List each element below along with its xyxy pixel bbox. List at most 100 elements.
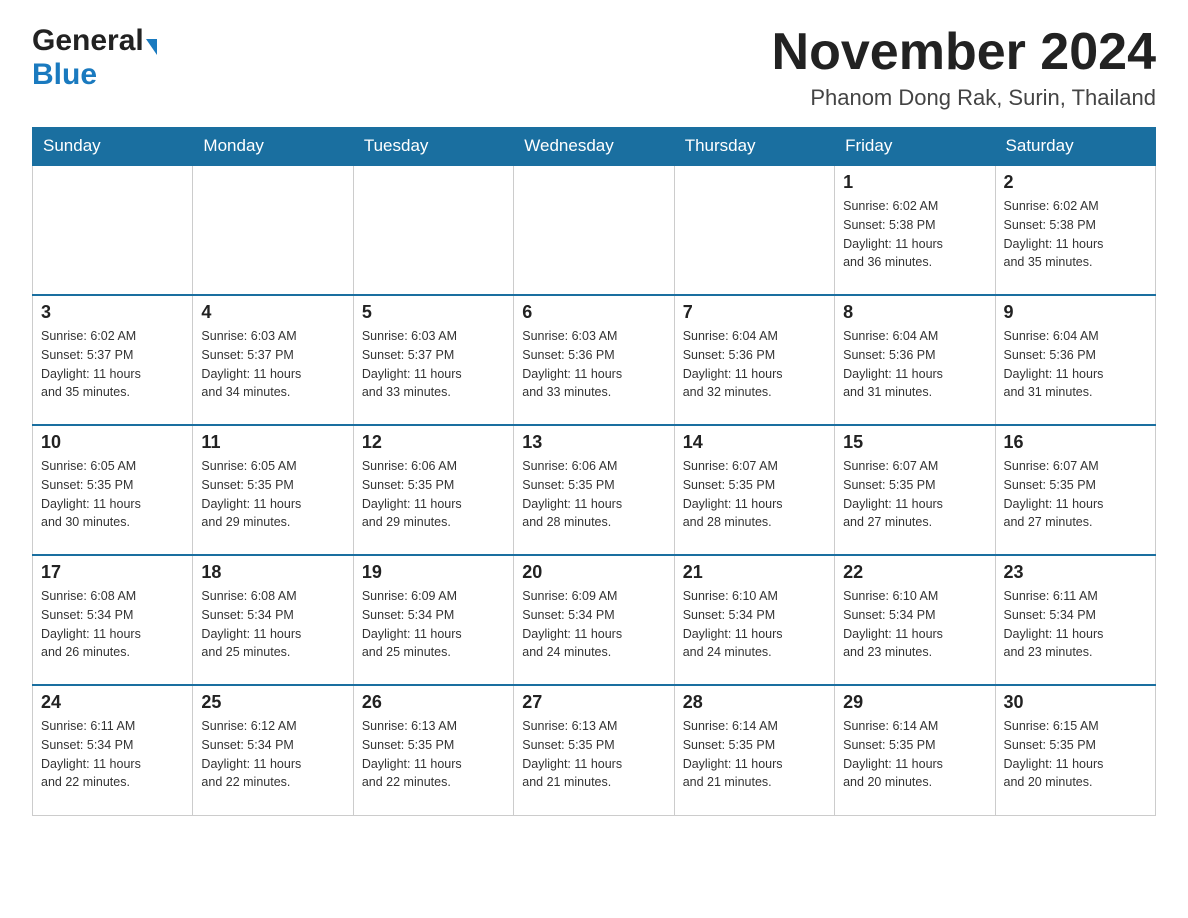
calendar-cell: 1 Sunrise: 6:02 AM Sunset: 5:38 PM Daylig… (835, 165, 995, 295)
day-info: Sunrise: 6:11 AM Sunset: 5:34 PM Dayligh… (1004, 587, 1147, 662)
day-info: Sunrise: 6:03 AM Sunset: 5:36 PM Dayligh… (522, 327, 665, 402)
day-number: 19 (362, 562, 505, 583)
day-info: Sunrise: 6:15 AM Sunset: 5:35 PM Dayligh… (1004, 717, 1147, 792)
day-info: Sunrise: 6:10 AM Sunset: 5:34 PM Dayligh… (843, 587, 986, 662)
day-info: Sunrise: 6:14 AM Sunset: 5:35 PM Dayligh… (843, 717, 986, 792)
day-info: Sunrise: 6:03 AM Sunset: 5:37 PM Dayligh… (201, 327, 344, 402)
week-row-3: 10 Sunrise: 6:05 AM Sunset: 5:35 PM Dayli… (33, 425, 1156, 555)
day-number: 17 (41, 562, 184, 583)
location-subtitle: Phanom Dong Rak, Surin, Thailand (772, 85, 1156, 111)
calendar-cell (33, 165, 193, 295)
logo-triangle-icon (146, 39, 157, 55)
calendar-cell: 4 Sunrise: 6:03 AM Sunset: 5:37 PM Daylig… (193, 295, 353, 425)
week-row-2: 3Sunrise: 6:02 AM Sunset: 5:37 PM Daylig… (33, 295, 1156, 425)
calendar-cell: 3Sunrise: 6:02 AM Sunset: 5:37 PM Daylig… (33, 295, 193, 425)
day-number: 27 (522, 692, 665, 713)
calendar-header-tuesday: Tuesday (353, 128, 513, 166)
calendar-header-saturday: Saturday (995, 128, 1155, 166)
day-number: 28 (683, 692, 826, 713)
day-info: Sunrise: 6:04 AM Sunset: 5:36 PM Dayligh… (843, 327, 986, 402)
calendar-cell: 24Sunrise: 6:11 AM Sunset: 5:34 PM Dayli… (33, 685, 193, 815)
calendar-header-friday: Friday (835, 128, 995, 166)
calendar-cell: 16Sunrise: 6:07 AM Sunset: 5:35 PM Dayli… (995, 425, 1155, 555)
day-number: 7 (683, 302, 826, 323)
calendar-cell: 2Sunrise: 6:02 AM Sunset: 5:38 PM Daylig… (995, 165, 1155, 295)
calendar-cell: 11 Sunrise: 6:05 AM Sunset: 5:35 PM Dayli… (193, 425, 353, 555)
week-row-1: 1 Sunrise: 6:02 AM Sunset: 5:38 PM Daylig… (33, 165, 1156, 295)
calendar-cell: 14 Sunrise: 6:07 AM Sunset: 5:35 PM Dayli… (674, 425, 834, 555)
calendar-cell: 23 Sunrise: 6:11 AM Sunset: 5:34 PM Dayli… (995, 555, 1155, 685)
day-info: Sunrise: 6:08 AM Sunset: 5:34 PM Dayligh… (41, 587, 184, 662)
day-number: 14 (683, 432, 826, 453)
day-number: 21 (683, 562, 826, 583)
calendar-cell: 28Sunrise: 6:14 AM Sunset: 5:35 PM Dayli… (674, 685, 834, 815)
day-number: 23 (1004, 562, 1147, 583)
calendar-cell: 26 Sunrise: 6:13 AM Sunset: 5:35 PM Dayli… (353, 685, 513, 815)
day-number: 30 (1004, 692, 1147, 713)
day-info: Sunrise: 6:02 AM Sunset: 5:38 PM Dayligh… (843, 197, 986, 272)
day-number: 4 (201, 302, 344, 323)
calendar-cell: 12 Sunrise: 6:06 AM Sunset: 5:35 PM Dayli… (353, 425, 513, 555)
calendar-cell: 9 Sunrise: 6:04 AM Sunset: 5:36 PM Daylig… (995, 295, 1155, 425)
day-info: Sunrise: 6:07 AM Sunset: 5:35 PM Dayligh… (683, 457, 826, 532)
day-number: 12 (362, 432, 505, 453)
calendar-cell: 15 Sunrise: 6:07 AM Sunset: 5:35 PM Dayli… (835, 425, 995, 555)
calendar-cell: 22 Sunrise: 6:10 AM Sunset: 5:34 PM Dayli… (835, 555, 995, 685)
day-number: 24 (41, 692, 184, 713)
week-row-5: 24Sunrise: 6:11 AM Sunset: 5:34 PM Dayli… (33, 685, 1156, 815)
day-info: Sunrise: 6:02 AM Sunset: 5:38 PM Dayligh… (1004, 197, 1147, 272)
calendar-cell: 8 Sunrise: 6:04 AM Sunset: 5:36 PM Daylig… (835, 295, 995, 425)
day-number: 15 (843, 432, 986, 453)
calendar-cell (353, 165, 513, 295)
calendar-header-wednesday: Wednesday (514, 128, 674, 166)
month-title: November 2024 (772, 24, 1156, 81)
day-number: 11 (201, 432, 344, 453)
day-number: 1 (843, 172, 986, 193)
day-number: 20 (522, 562, 665, 583)
day-number: 9 (1004, 302, 1147, 323)
day-info: Sunrise: 6:09 AM Sunset: 5:34 PM Dayligh… (522, 587, 665, 662)
day-info: Sunrise: 6:04 AM Sunset: 5:36 PM Dayligh… (1004, 327, 1147, 402)
day-number: 13 (522, 432, 665, 453)
day-info: Sunrise: 6:07 AM Sunset: 5:35 PM Dayligh… (843, 457, 986, 532)
day-info: Sunrise: 6:06 AM Sunset: 5:35 PM Dayligh… (522, 457, 665, 532)
day-info: Sunrise: 6:09 AM Sunset: 5:34 PM Dayligh… (362, 587, 505, 662)
day-number: 26 (362, 692, 505, 713)
calendar-cell: 18 Sunrise: 6:08 AM Sunset: 5:34 PM Dayli… (193, 555, 353, 685)
calendar-cell: 13 Sunrise: 6:06 AM Sunset: 5:35 PM Dayli… (514, 425, 674, 555)
calendar-cell: 19 Sunrise: 6:09 AM Sunset: 5:34 PM Dayli… (353, 555, 513, 685)
day-number: 18 (201, 562, 344, 583)
calendar-cell: 27 Sunrise: 6:13 AM Sunset: 5:35 PM Dayli… (514, 685, 674, 815)
calendar-header-thursday: Thursday (674, 128, 834, 166)
calendar-cell: 10Sunrise: 6:05 AM Sunset: 5:35 PM Dayli… (33, 425, 193, 555)
day-info: Sunrise: 6:08 AM Sunset: 5:34 PM Dayligh… (201, 587, 344, 662)
calendar-cell: 21Sunrise: 6:10 AM Sunset: 5:34 PM Dayli… (674, 555, 834, 685)
calendar-cell: 5 Sunrise: 6:03 AM Sunset: 5:37 PM Daylig… (353, 295, 513, 425)
day-info: Sunrise: 6:06 AM Sunset: 5:35 PM Dayligh… (362, 457, 505, 532)
calendar-header-sunday: Sunday (33, 128, 193, 166)
day-info: Sunrise: 6:13 AM Sunset: 5:35 PM Dayligh… (522, 717, 665, 792)
day-number: 6 (522, 302, 665, 323)
day-info: Sunrise: 6:05 AM Sunset: 5:35 PM Dayligh… (201, 457, 344, 532)
calendar-cell: 17 Sunrise: 6:08 AM Sunset: 5:34 PM Dayli… (33, 555, 193, 685)
calendar-cell (193, 165, 353, 295)
day-number: 29 (843, 692, 986, 713)
day-number: 22 (843, 562, 986, 583)
day-number: 5 (362, 302, 505, 323)
day-number: 8 (843, 302, 986, 323)
title-block: November 2024 Phanom Dong Rak, Surin, Th… (772, 24, 1156, 111)
day-number: 25 (201, 692, 344, 713)
logo-general-text: General (32, 24, 144, 58)
calendar-cell: 6 Sunrise: 6:03 AM Sunset: 5:36 PM Daylig… (514, 295, 674, 425)
day-number: 10 (41, 432, 184, 453)
calendar-cell: 30 Sunrise: 6:15 AM Sunset: 5:35 PM Dayli… (995, 685, 1155, 815)
page-header: General Blue November 2024 Phanom Dong R… (32, 24, 1156, 111)
day-info: Sunrise: 6:02 AM Sunset: 5:37 PM Dayligh… (41, 327, 184, 402)
day-info: Sunrise: 6:03 AM Sunset: 5:37 PM Dayligh… (362, 327, 505, 402)
logo-blue-text: Blue (32, 58, 97, 91)
logo: General Blue (32, 24, 157, 92)
day-info: Sunrise: 6:04 AM Sunset: 5:36 PM Dayligh… (683, 327, 826, 402)
calendar-cell: 20 Sunrise: 6:09 AM Sunset: 5:34 PM Dayli… (514, 555, 674, 685)
day-info: Sunrise: 6:13 AM Sunset: 5:35 PM Dayligh… (362, 717, 505, 792)
calendar-table: SundayMondayTuesdayWednesdayThursdayFrid… (32, 127, 1156, 816)
